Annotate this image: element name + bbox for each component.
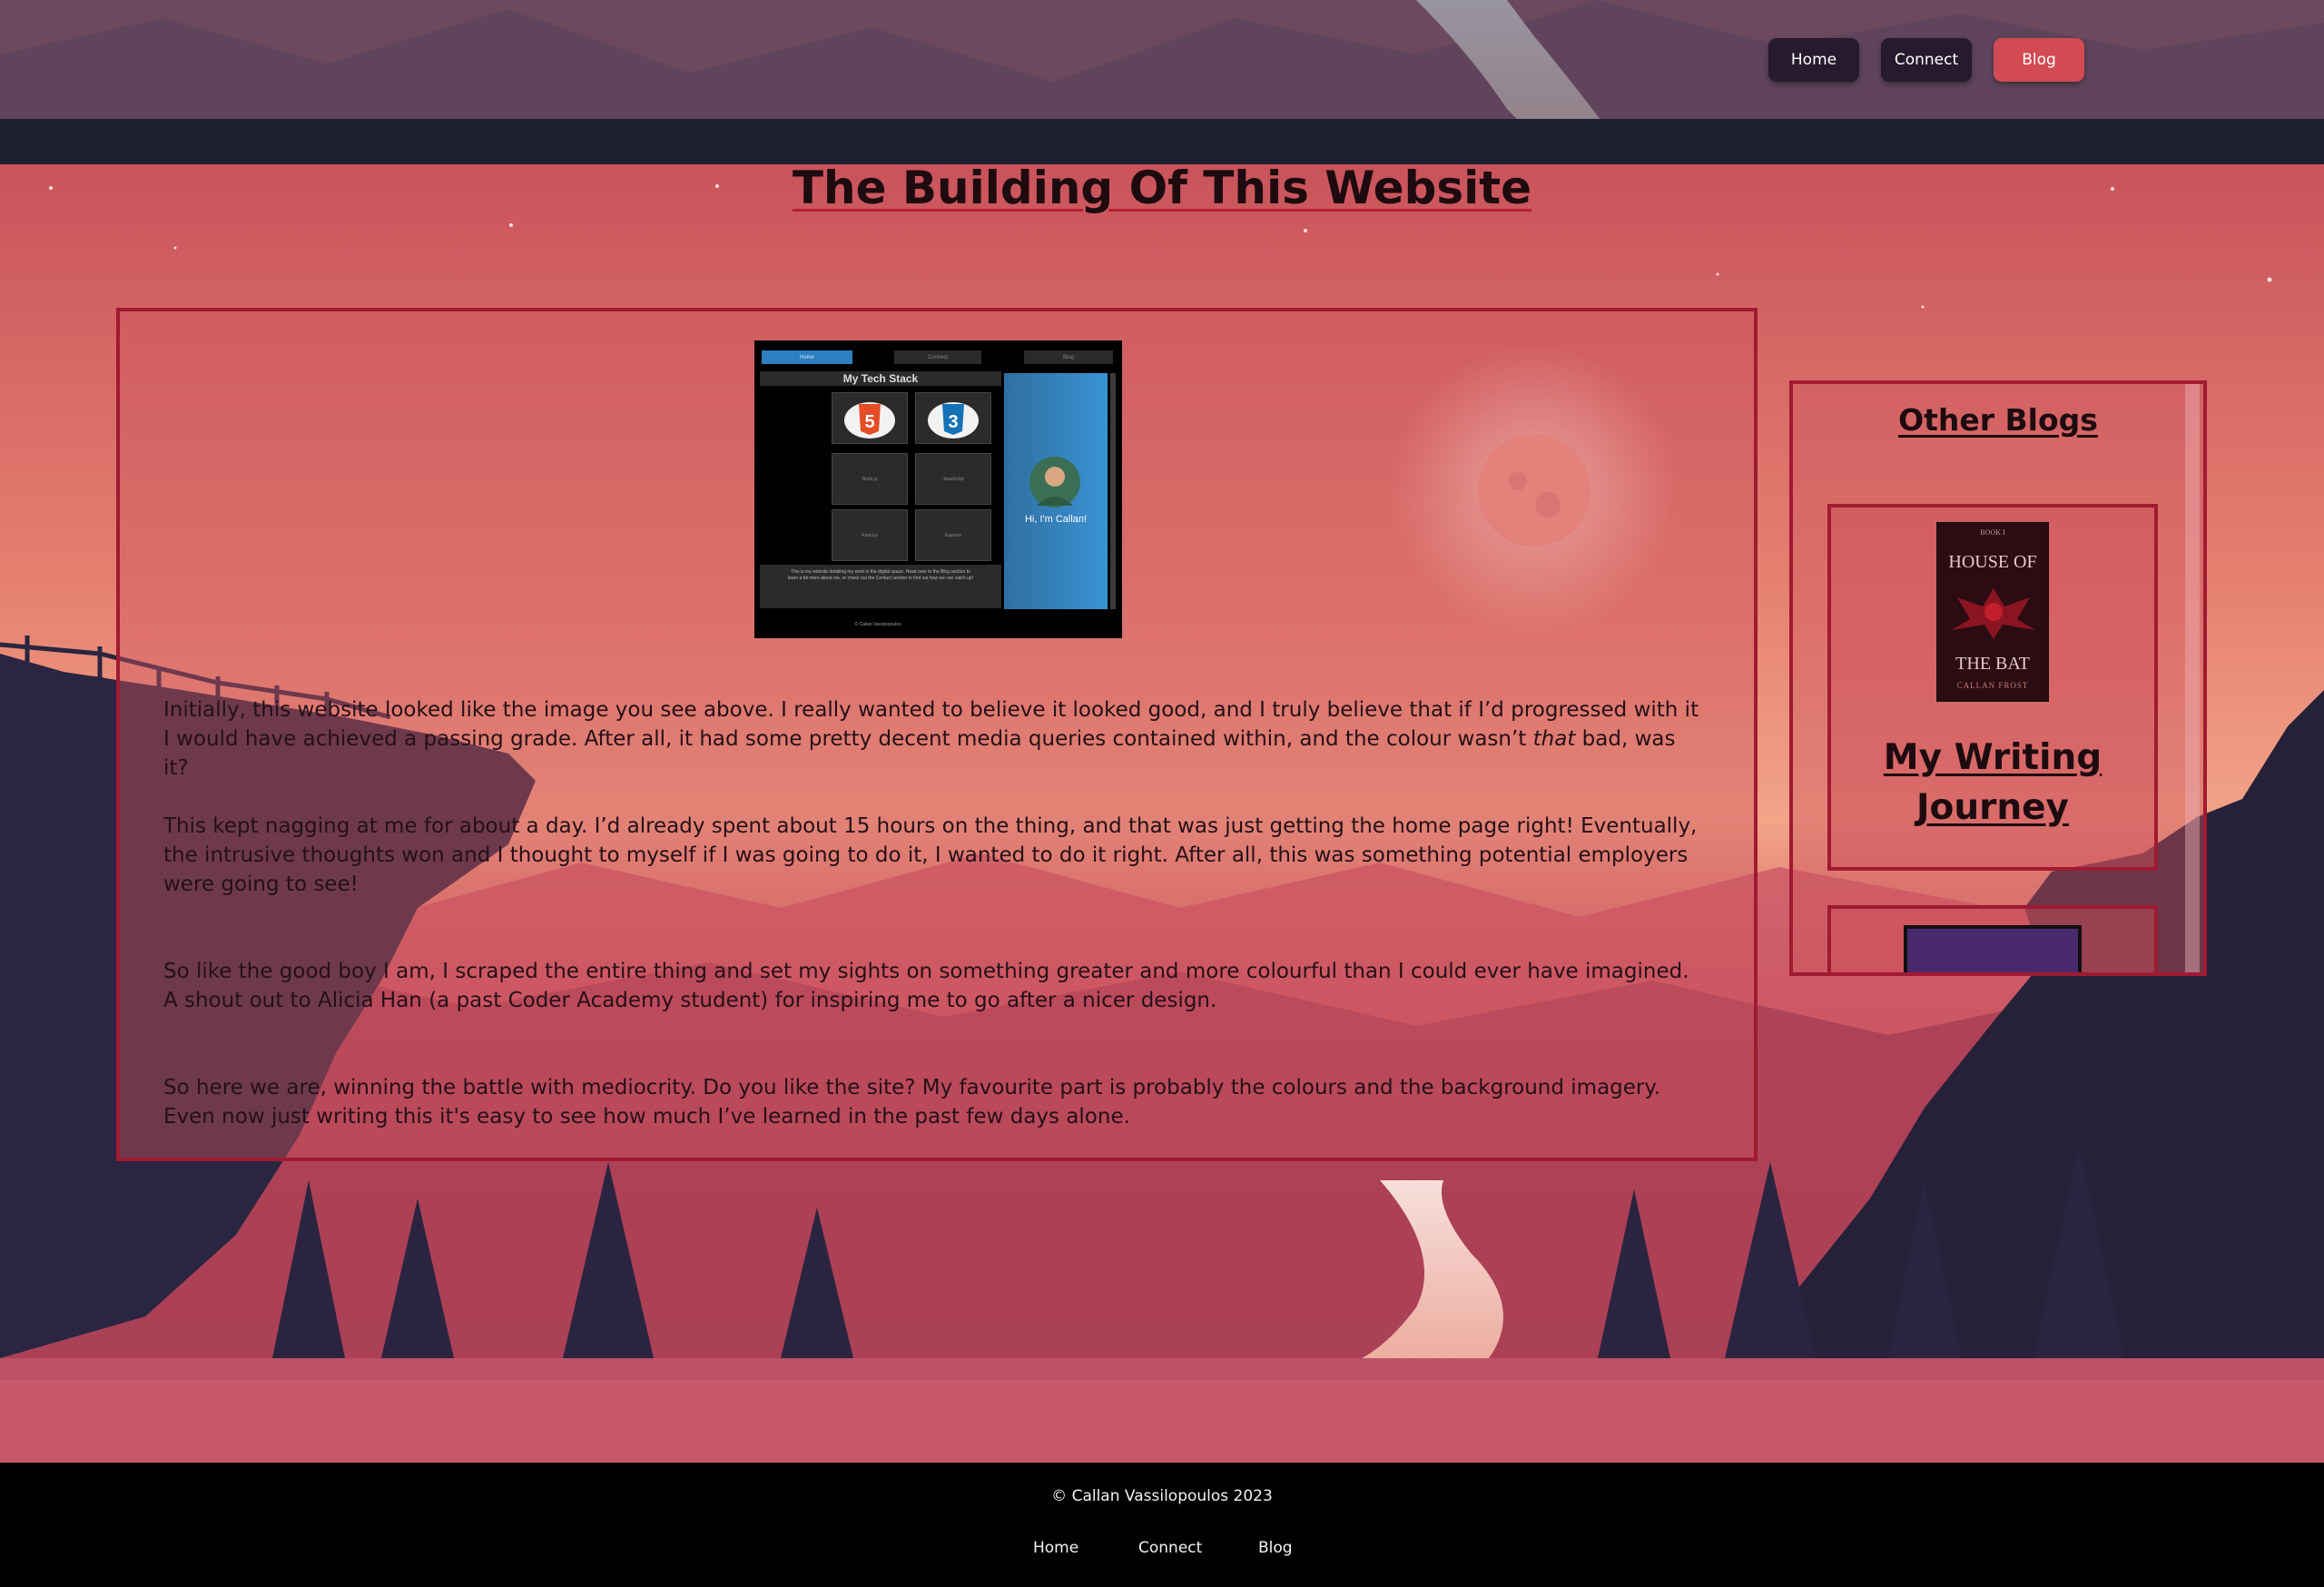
cover-author: CALLAN FROST xyxy=(1956,681,2029,690)
bat-emblem-icon xyxy=(1952,588,2035,639)
sidebar-scrollbar[interactable] xyxy=(2185,384,2200,972)
page-title: The Building Of This Website xyxy=(792,162,1532,214)
blog-card-image[interactable] xyxy=(1904,925,2082,972)
site-header: Home Connect Blog xyxy=(0,0,2324,119)
nav-connect-button[interactable]: Connect xyxy=(1881,38,1972,82)
article-paragraph: So here we are, winning the battle with … xyxy=(163,1076,1661,1129)
shot-profile-panel: Hi, I'm Callan! xyxy=(1004,373,1108,609)
shot-tab-connect: Connect xyxy=(894,350,981,364)
shot-tab-blog: Blog xyxy=(1024,350,1113,364)
article-paragraph: Initially, this website looked like the … xyxy=(163,698,1699,780)
copyright-text: © Callan Vassilopoulos 2023 xyxy=(1051,1487,1273,1505)
avatar xyxy=(1029,457,1080,508)
cover-title-bottom: THE BAT xyxy=(1955,654,2030,674)
shot-heading: My Tech Stack xyxy=(760,371,1001,386)
shot-footer: © Callan Vassilopoulos xyxy=(854,622,901,627)
css3-tile: 3 xyxy=(915,392,991,444)
tech-tile: Node.js xyxy=(832,453,908,505)
blog-card-writing-journey[interactable]: BOOK I HOUSE OF THE BAT CALLAN FROST My … xyxy=(1827,504,2158,871)
svg-text:5: 5 xyxy=(864,412,874,432)
css3-icon: 3 xyxy=(928,401,979,439)
html5-tile: 5 xyxy=(832,392,908,444)
other-blogs-sidebar: Other Blogs BOOK I HOUSE OF THE BAT CALL… xyxy=(1789,380,2207,976)
header-divider xyxy=(0,119,2324,164)
tech-tile: React.js xyxy=(832,509,908,561)
book-cover-image[interactable]: BOOK I HOUSE OF THE BAT CALLAN FROST xyxy=(1936,522,2049,702)
blog-card[interactable] xyxy=(1827,905,2158,972)
blog-card-title[interactable]: My Writing Journey xyxy=(1831,733,2154,833)
nav-blog-button[interactable]: Blog xyxy=(1994,38,2084,82)
sidebar-title: Other Blogs xyxy=(1898,402,2098,438)
tech-tile: JavaScript xyxy=(915,453,991,505)
shot-tab-home: Home xyxy=(762,350,852,364)
cover-title-top: HOUSE OF xyxy=(1948,552,2037,572)
footer-link-home[interactable]: Home xyxy=(1033,1539,1078,1557)
footer-link-blog[interactable]: Blog xyxy=(1258,1539,1293,1557)
article-paragraph: So like the good boy I am, I scraped the… xyxy=(163,960,1689,1012)
html5-icon: 5 xyxy=(844,401,895,439)
svg-text:3: 3 xyxy=(948,412,958,432)
tech-tile: Express xyxy=(915,509,991,561)
shot-scrollbar xyxy=(1110,373,1116,609)
shot-profile-text: Hi, I'm Callan! xyxy=(1024,514,1088,525)
shot-intro: This is my website detailing my work in … xyxy=(760,565,1001,608)
article-paragraph: This kept nagging at me for about a day.… xyxy=(163,814,1698,896)
cover-small-text: BOOK I xyxy=(1980,528,2005,537)
old-website-screenshot: Home Connect Blog My Tech Stack 5 3 Node… xyxy=(754,340,1122,638)
nav-home-button[interactable]: Home xyxy=(1768,38,1859,82)
site-footer: © Callan Vassilopoulos 2023 Home Connect… xyxy=(0,1463,2324,1587)
footer-link-connect[interactable]: Connect xyxy=(1138,1539,1202,1557)
